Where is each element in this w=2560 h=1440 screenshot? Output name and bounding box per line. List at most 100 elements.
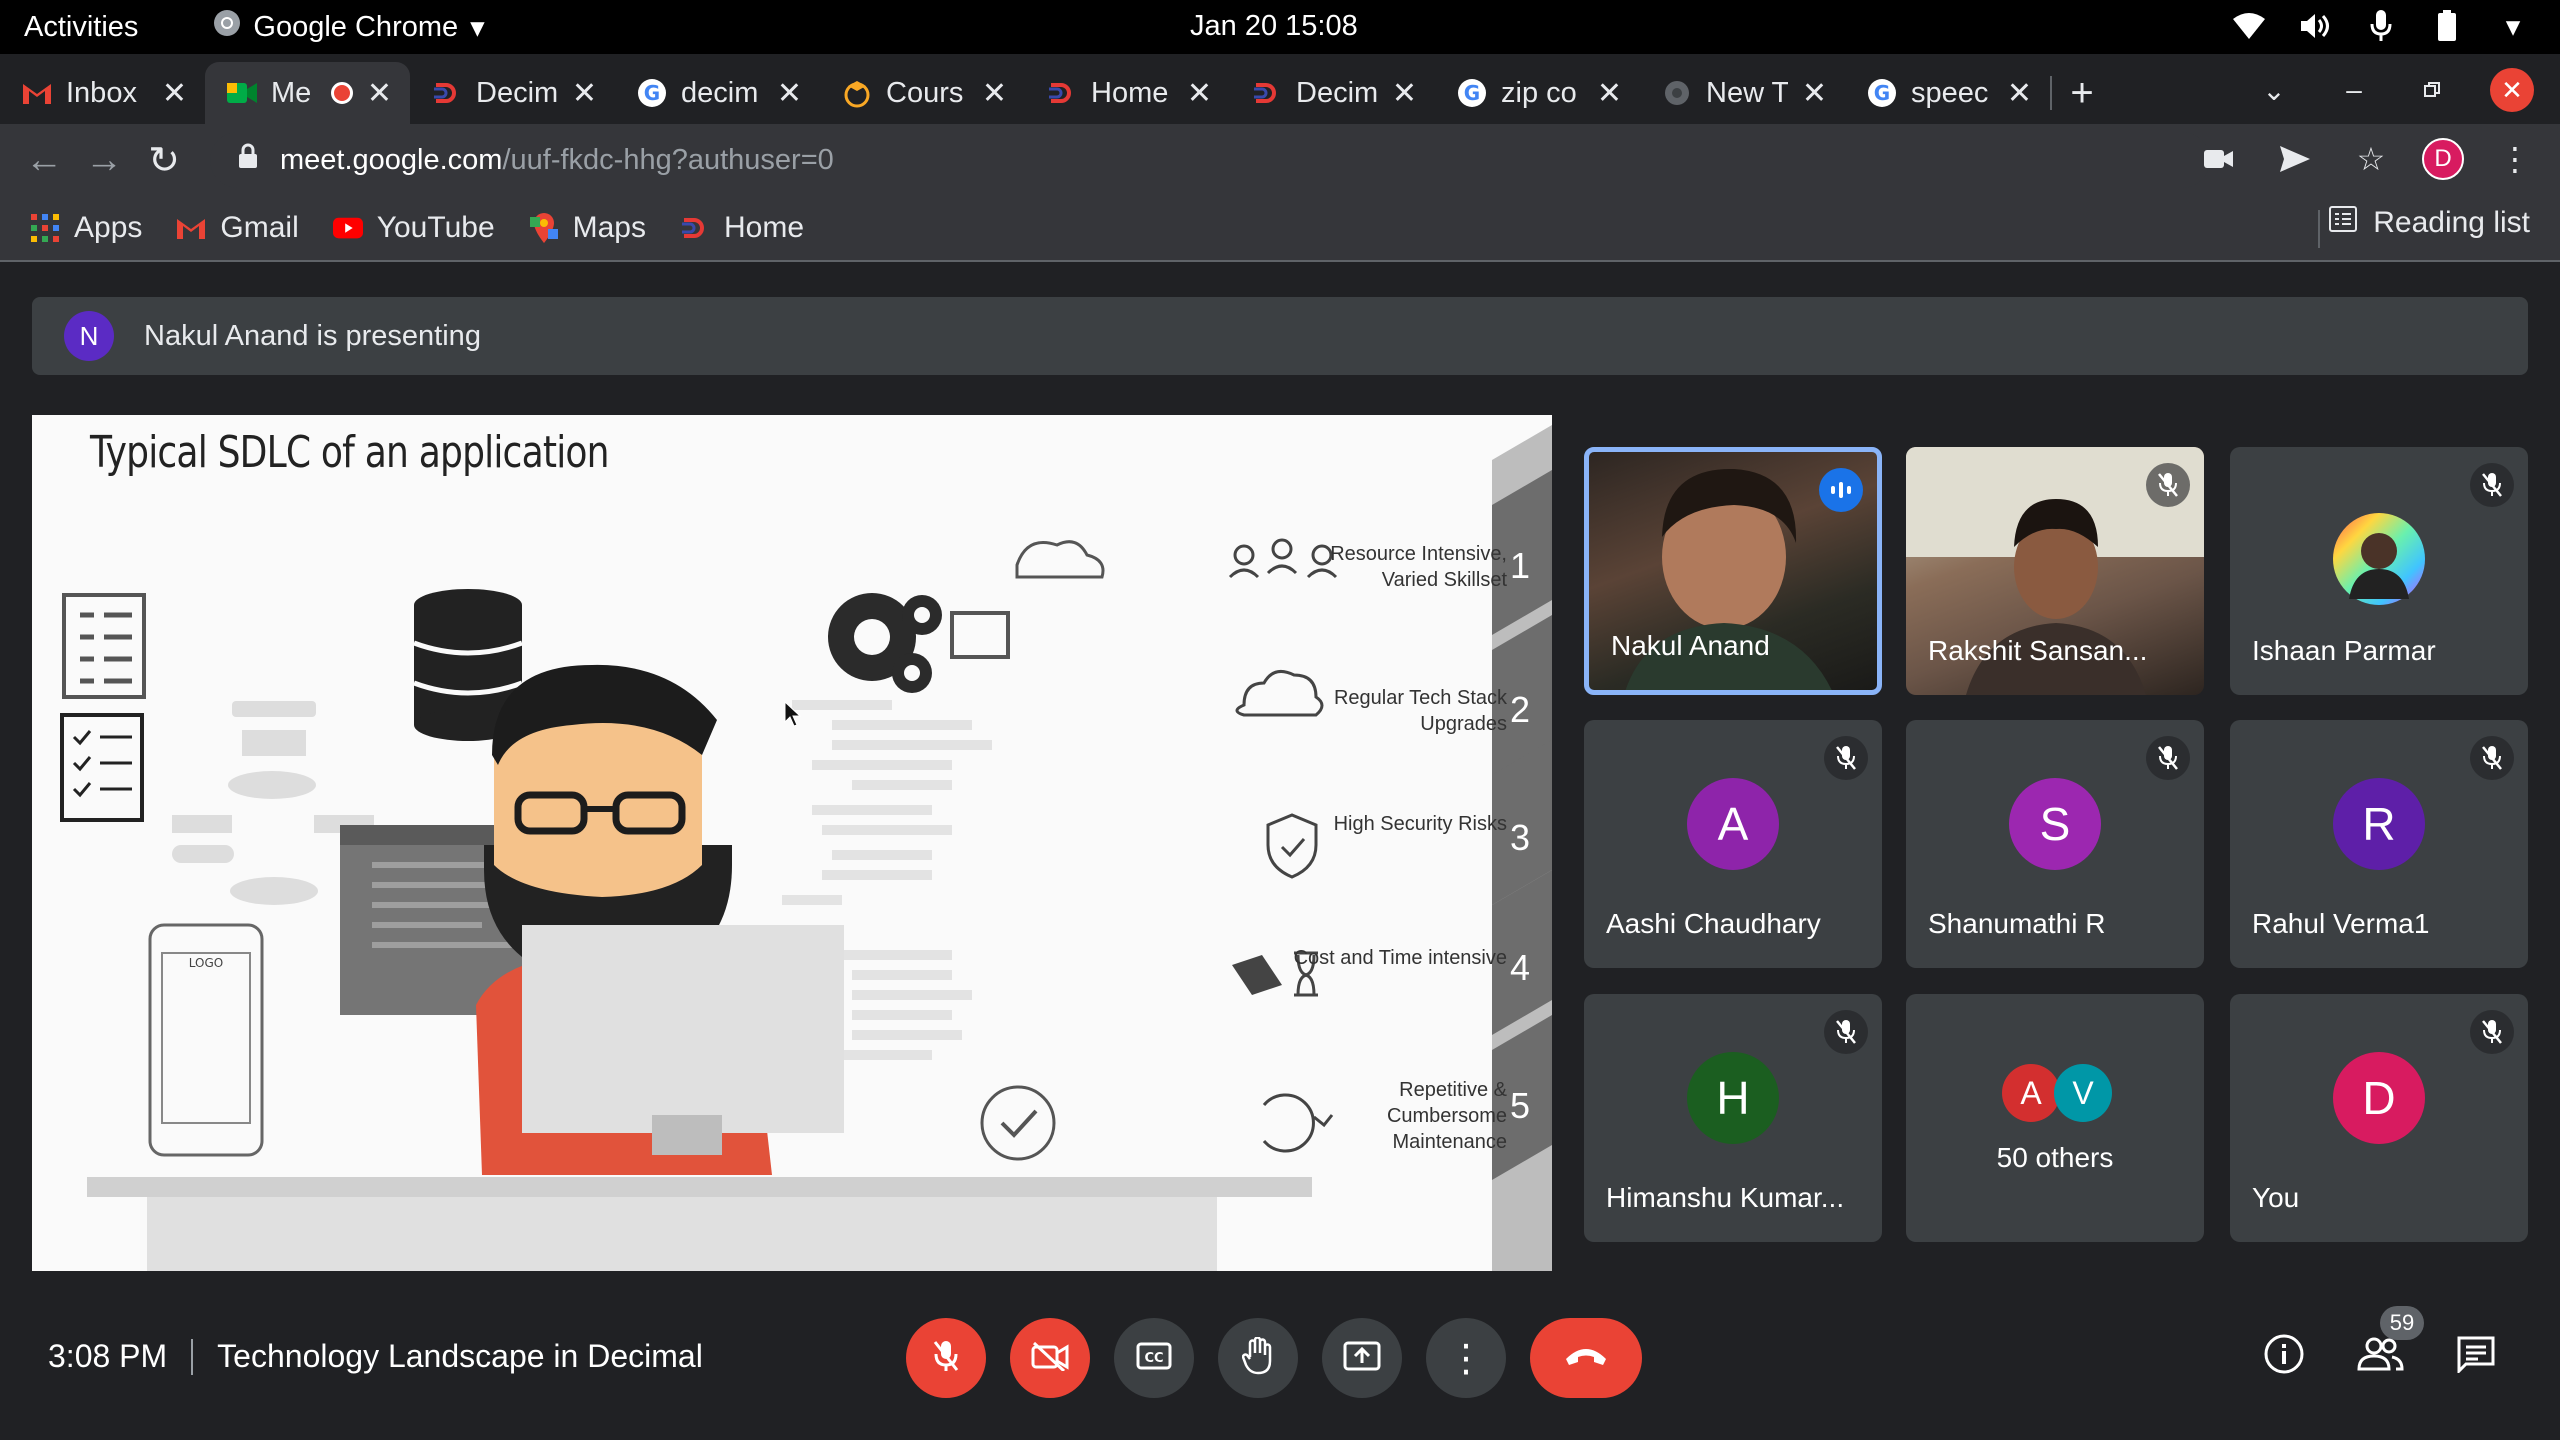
new-tab-button[interactable]: + <box>2052 62 2112 124</box>
tab-google-decimal[interactable]: G decim ✕ <box>615 62 820 124</box>
decimal-icon <box>1252 78 1282 108</box>
google-icon: G <box>637 78 667 108</box>
tab-meet[interactable]: Me ✕ <box>205 62 410 124</box>
others-avatar: A <box>2002 1064 2060 1122</box>
tab-home[interactable]: Home ✕ <box>1025 62 1230 124</box>
reading-list-button[interactable]: Reading list <box>2329 206 2530 240</box>
close-window-icon[interactable]: ✕ <box>2490 68 2534 112</box>
system-menu-chevron-icon[interactable]: ▾ <box>2496 8 2530 44</box>
slide-step-number: 1 <box>1509 545 1531 586</box>
microphone-toggle-button[interactable] <box>906 1318 986 1398</box>
close-icon[interactable]: ✕ <box>367 76 392 111</box>
slide-step-4: Cost and Time intensive <box>1293 947 1507 969</box>
google-icon: G <box>1457 78 1487 108</box>
tab-course[interactable]: Cours ✕ <box>820 62 1025 124</box>
send-icon[interactable] <box>2270 134 2320 184</box>
people-icon <box>2356 1336 2404 1377</box>
participant-tile[interactable]: R Rahul Verma1 <box>2230 720 2528 968</box>
course-icon <box>842 78 872 108</box>
back-icon[interactable]: ← <box>14 130 74 190</box>
slide-step-5: Repetitive & Cumbersome Maintenance <box>1386 1079 1507 1153</box>
leave-call-button[interactable] <box>1530 1318 1642 1398</box>
profile-avatar[interactable]: D <box>2422 138 2464 180</box>
app-menu[interactable]: Google Chrome ▾ <box>213 9 485 45</box>
svg-text:G: G <box>644 81 660 105</box>
bookmark-youtube[interactable]: YouTube <box>332 211 495 245</box>
tab-new-tab[interactable]: New T ✕ <box>1640 62 1845 124</box>
slide-title: Typical SDLC of an application <box>90 427 610 478</box>
decimal-icon <box>680 213 710 243</box>
speaking-indicator-icon <box>1819 468 1863 512</box>
reload-icon[interactable]: ↻ <box>134 130 194 190</box>
participant-tile[interactable]: Nakul Anand <box>1584 447 1882 695</box>
forward-icon[interactable]: → <box>74 130 134 190</box>
microphone-icon[interactable] <box>2364 8 2398 44</box>
restore-icon[interactable] <box>2410 68 2454 112</box>
bookmarks-separator <box>2318 210 2320 248</box>
bookmark-maps[interactable]: Maps <box>529 211 646 245</box>
clock[interactable]: Jan 20 15:08 <box>1190 10 1358 43</box>
apps-grid-icon <box>30 213 60 243</box>
tab-inbox[interactable]: Inbox ✕ <box>0 62 205 124</box>
close-icon[interactable]: ✕ <box>777 76 802 111</box>
close-icon[interactable]: ✕ <box>162 76 187 111</box>
tab-decimal-2[interactable]: Decim ✕ <box>1230 62 1435 124</box>
shared-screen[interactable]: LOGO Typical SDLC of an application Reso… <box>32 415 1552 1271</box>
url-host: meet.google.com <box>280 143 503 176</box>
tab-decimal[interactable]: Decim ✕ <box>410 62 615 124</box>
participant-tile[interactable]: Rakshit Sansan... <box>1906 447 2204 695</box>
camera-in-use-icon[interactable] <box>2194 134 2244 184</box>
muted-mic-icon <box>2146 463 2190 507</box>
participant-name: Ishaan Parmar <box>2252 635 2436 666</box>
tab-search-chevron-icon[interactable]: ⌄ <box>2252 68 2296 112</box>
participant-tile[interactable]: S Shanumathi R <box>1906 720 2204 968</box>
bookmark-star-icon[interactable]: ☆ <box>2346 134 2396 184</box>
volume-icon[interactable] <box>2298 8 2332 44</box>
battery-icon[interactable] <box>2430 8 2464 44</box>
present-now-button[interactable] <box>1322 1318 1402 1398</box>
close-icon[interactable]: ✕ <box>2007 76 2032 111</box>
tab-speech[interactable]: G speec ✕ <box>1845 62 2050 124</box>
participant-avatar: A <box>1687 778 1779 871</box>
captions-button[interactable]: CC <box>1114 1318 1194 1398</box>
youtube-icon <box>332 213 363 243</box>
self-tile[interactable]: D You <box>2230 994 2528 1242</box>
close-icon[interactable]: ✕ <box>1802 76 1827 111</box>
raise-hand-button[interactable] <box>1218 1318 1298 1398</box>
close-icon[interactable]: ✕ <box>982 76 1007 111</box>
address-bar[interactable]: meet.google.com/uuf-fkdc-hhg?authuser=0 <box>210 132 2210 188</box>
present-screen-icon <box>1343 1341 1381 1376</box>
bookmark-apps[interactable]: Apps <box>30 211 142 245</box>
tab-zip-code[interactable]: G zip co ✕ <box>1435 62 1640 124</box>
others-avatar: V <box>2054 1064 2112 1122</box>
close-icon[interactable]: ✕ <box>572 76 597 111</box>
camera-toggle-button[interactable] <box>1010 1318 1090 1398</box>
google-icon: G <box>1867 78 1897 108</box>
wifi-icon[interactable] <box>2232 8 2266 44</box>
minimize-icon[interactable]: – <box>2332 68 2376 112</box>
participant-tile[interactable]: Ishaan Parmar <box>2230 447 2528 695</box>
close-icon[interactable]: ✕ <box>1187 76 1212 111</box>
meeting-controls-bar: 3:08 PM Technology Landscape in Decimal … <box>0 1290 2560 1440</box>
more-options-button[interactable]: ⋮ <box>1426 1318 1506 1398</box>
more-vert-icon: ⋮ <box>1447 1337 1485 1380</box>
meet-icon <box>227 78 257 108</box>
close-icon[interactable]: ✕ <box>1597 76 1622 111</box>
bookmark-gmail[interactable]: Gmail <box>176 211 299 245</box>
others-tile[interactable]: A V 50 others <box>1906 994 2204 1242</box>
chevron-down-icon: ▾ <box>470 11 485 44</box>
close-icon[interactable]: ✕ <box>1392 76 1417 111</box>
more-menu-icon[interactable]: ⋮ <box>2490 134 2540 184</box>
participant-tile[interactable]: A Aashi Chaudhary <box>1584 720 1882 968</box>
activities-button[interactable]: Activities <box>24 11 138 44</box>
bookmark-home[interactable]: Home <box>680 211 804 245</box>
closed-captions-icon: CC <box>1136 1342 1172 1375</box>
system-top-bar: Activities Google Chrome ▾ Jan 20 15:08 … <box>0 0 2560 54</box>
lock-icon[interactable] <box>238 143 258 177</box>
participant-tile[interactable]: H Himanshu Kumar... <box>1584 994 1882 1242</box>
chat-button[interactable] <box>2446 1326 2506 1386</box>
participant-name: You <box>2252 1182 2300 1213</box>
meeting-details-button[interactable] <box>2254 1326 2314 1386</box>
muted-mic-icon <box>2470 463 2514 507</box>
slide-step-3: High Security Risks <box>1333 813 1507 835</box>
